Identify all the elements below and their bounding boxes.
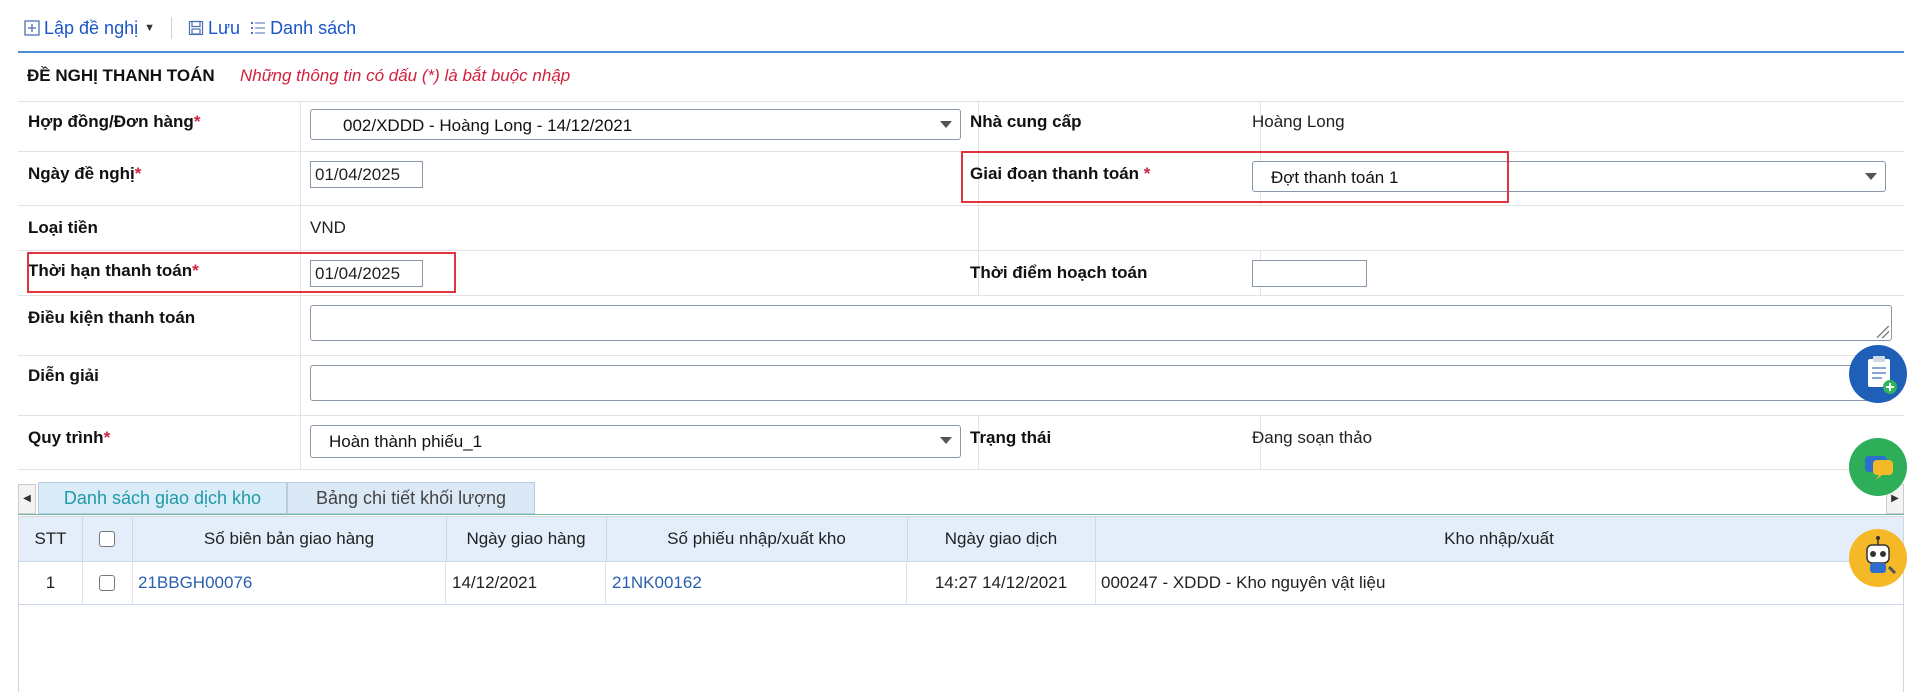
- clipboard-add-button[interactable]: [1849, 345, 1907, 403]
- required-note: Những thông tin có dấu (*) là bắt buộc n…: [240, 66, 571, 85]
- form-row-workflow: Quy trình* Hoàn thành phiếu_1 Trạng thái…: [18, 416, 1904, 470]
- status-label: Trạng thái: [970, 428, 1052, 447]
- toolbar-divider: [170, 17, 172, 39]
- header-delivery-date[interactable]: Ngày giao hàng: [446, 517, 607, 561]
- status-value: Đang soạn thảo: [1252, 428, 1373, 447]
- assistant-robot-button[interactable]: [1849, 529, 1907, 587]
- form-row-contract: Hợp đồng/Đơn hàng* 002/XDDD - Hoàng Long…: [18, 102, 1904, 152]
- header-transaction-date[interactable]: Ngày giao dịch: [907, 517, 1096, 561]
- list-label: Danh sách: [270, 17, 357, 38]
- save-button[interactable]: Lưu: [188, 18, 240, 39]
- toolbar: Lập đề nghị ▼ Lưu Danh sách: [24, 14, 356, 42]
- payment-terms-label: Điều kiện thanh toán: [28, 308, 196, 327]
- currency-value: VND: [310, 218, 346, 237]
- description-input[interactable]: [310, 365, 1892, 401]
- cell-select: [82, 562, 133, 604]
- resize-handle-icon[interactable]: [1877, 326, 1889, 338]
- payment-terms-textarea[interactable]: [310, 305, 1892, 341]
- dropdown-arrow-icon: [940, 437, 952, 444]
- cell-delivery-date: 14/12/2021: [446, 562, 606, 604]
- request-date-input[interactable]: 01/04/2025: [310, 161, 423, 188]
- description-label: Diễn giải: [28, 366, 99, 385]
- tab-warehouse-transactions[interactable]: Danh sách giao dịch kho: [38, 482, 287, 514]
- supplier-label: Nhà cung cấp: [970, 112, 1082, 131]
- page-title: ĐỀ NGHỊ THANH TOÁN: [27, 66, 215, 85]
- currency-label: Loại tiền: [28, 218, 98, 237]
- plus-square-icon: [24, 20, 40, 36]
- header-warehouse-slip[interactable]: Số phiếu nhập/xuất kho: [606, 517, 908, 561]
- form-row-description: Diễn giải: [18, 356, 1904, 416]
- table-header: STT Số biên bản giao hàng Ngày giao hàng…: [19, 517, 1903, 562]
- form-row-payment-terms: Điều kiện thanh toán: [18, 296, 1904, 356]
- header-select-all: [82, 517, 133, 561]
- row-checkbox[interactable]: [99, 575, 115, 591]
- contract-label: Hợp đồng/Đơn hàng*: [28, 112, 201, 131]
- header-divider: [18, 51, 1904, 53]
- cell-transaction-date: 14:27 14/12/2021: [907, 562, 1096, 604]
- tab-volume-details[interactable]: Bảng chi tiết khối lượng: [287, 482, 535, 514]
- dropdown-arrow-icon: [1865, 173, 1877, 180]
- request-date-label: Ngày đề nghị*: [28, 164, 142, 183]
- save-icon: [188, 20, 204, 36]
- highlight-payment-phase: [961, 151, 1509, 203]
- tab-scroll-left-icon[interactable]: ◀: [18, 484, 36, 514]
- contract-select[interactable]: 002/XDDD - Hoàng Long - 14/12/2021: [310, 109, 961, 140]
- save-label: Lưu: [207, 17, 241, 38]
- accounting-time-input[interactable]: [1252, 260, 1367, 287]
- new-request-button[interactable]: Lập đề nghị ▼: [24, 18, 155, 39]
- header-delivery-note[interactable]: Số biên bản giao hàng: [132, 517, 447, 561]
- table-row[interactable]: 1 21BBGH00076 14/12/2021 21NK00162 14:27…: [19, 562, 1903, 605]
- list-button[interactable]: Danh sách: [250, 18, 356, 39]
- header-warehouse[interactable]: Kho nhập/xuất: [1095, 517, 1903, 561]
- new-request-label: Lập đề nghị: [44, 17, 139, 38]
- delivery-note-link[interactable]: 21BBGH00076: [132, 562, 446, 604]
- clipboard-add-icon: [1868, 356, 1897, 394]
- workflow-select[interactable]: Hoàn thành phiếu_1: [310, 425, 961, 458]
- warehouse-slip-link[interactable]: 21NK00162: [606, 562, 907, 604]
- select-all-checkbox[interactable]: [99, 531, 115, 547]
- dropdown-arrow-icon: [940, 121, 952, 128]
- cell-warehouse: 000247 - XDDD - Kho nguyên vật liệu: [1101, 573, 1386, 592]
- workflow-label: Quy trình*: [28, 428, 111, 447]
- highlight-payment-deadline: [27, 252, 456, 293]
- list-icon: [251, 22, 266, 34]
- tab-bar: ◀ Danh sách giao dịch kho Bảng chi tiết …: [18, 480, 1904, 515]
- robot-icon: [1866, 536, 1897, 575]
- cell-stt: 1: [19, 562, 83, 604]
- warehouse-transactions-table: STT Số biên bản giao hàng Ngày giao hàng…: [18, 516, 1904, 692]
- chevron-down-icon[interactable]: ▼: [144, 22, 155, 34]
- header-stt: STT: [19, 517, 83, 561]
- chat-icon: [1865, 456, 1893, 480]
- form-row-currency: Loại tiền VND: [18, 206, 1904, 251]
- chat-button[interactable]: [1849, 438, 1907, 496]
- supplier-value: Hoàng Long: [1252, 112, 1345, 131]
- accounting-time-label: Thời điểm hoạch toán: [970, 263, 1148, 282]
